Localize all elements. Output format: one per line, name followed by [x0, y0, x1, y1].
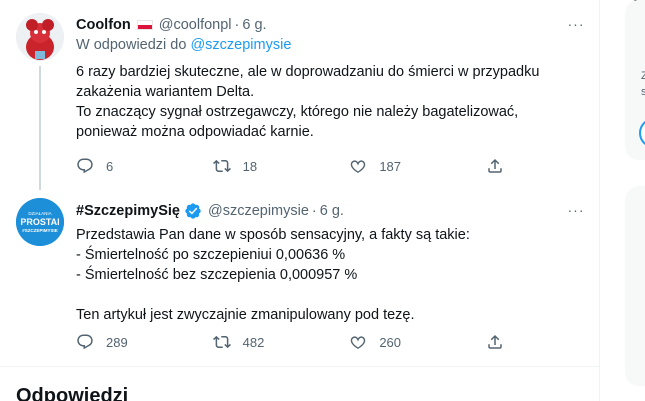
more-options-button[interactable]: ···: [564, 14, 588, 34]
reply-button[interactable]: 289: [76, 332, 176, 352]
tweet-text-line: To znaczący sygnał ostrzegawczy, którego…: [76, 104, 519, 120]
retweet-icon: [212, 335, 231, 349]
like-button[interactable]: 260: [349, 332, 449, 352]
share-icon: [488, 334, 502, 349]
tweet-header: #SzczepimySię @szczepimysie · 6 g.: [76, 202, 588, 220]
reply-icon: [77, 158, 93, 174]
timeline-column: Coolfon @coolfonpl · 6 g. ··· W odpowied…: [0, 0, 600, 401]
sidebar-card: [625, 186, 645, 386]
reply-count: 289: [106, 334, 128, 350]
tweet-actions: 6 18 187: [76, 156, 506, 176]
tweet-text: 6 razy bardziej skuteczne, ale w doprowa…: [76, 62, 588, 142]
avatar-text: #SZCZEPIMYSIE: [22, 228, 58, 233]
reply-count: 6: [106, 158, 114, 174]
tweet-header: Coolfon @coolfonpl · 6 g.: [76, 16, 588, 34]
retweet-button[interactable]: 18: [212, 156, 313, 176]
reply-button[interactable]: 6: [76, 156, 176, 176]
tweet-text-line: 6 razy bardziej skuteczne, ale w doprowa…: [76, 64, 540, 80]
share-button[interactable]: [486, 332, 506, 352]
user-handle[interactable]: @coolfonpl: [159, 16, 232, 34]
more-icon: ···: [567, 202, 585, 218]
timestamp[interactable]: 6 g.: [242, 16, 266, 34]
tweet-text-line: Ten artykuł jest zwyczajnie zmanipulowan…: [76, 307, 415, 323]
retweet-count: 18: [242, 158, 258, 174]
share-icon: [488, 158, 502, 173]
verified-icon: [184, 202, 202, 220]
tweet-content: #SzczepimySię @szczepimysie · 6 g. ··· P…: [76, 202, 588, 325]
replying-prefix: W odpowiedzi do: [76, 37, 187, 53]
like-icon: [351, 336, 366, 349]
tweet-content: Coolfon @coolfonpl · 6 g. ··· W odpowied…: [76, 16, 588, 142]
more-icon: ···: [567, 16, 585, 32]
display-name[interactable]: Coolfon: [76, 16, 131, 34]
tweet-text-line: zakażenia wariantem Delta.: [76, 84, 255, 100]
thread-line: [39, 66, 41, 190]
right-sidebar: Z s: [601, 0, 645, 401]
display-name[interactable]: #SzczepimySię: [76, 202, 180, 220]
replying-to-link[interactable]: @szczepimysie: [190, 37, 291, 53]
more-options-button[interactable]: ···: [564, 200, 588, 220]
retweet-button[interactable]: 482: [212, 332, 313, 352]
replies-section-title: Odpowiedzi: [16, 385, 129, 401]
avatar-text: DZIAŁANIA: [28, 211, 51, 216]
separator-dot: ·: [234, 17, 240, 33]
tweet-text: Przedstawia Pan dane w sposób sensacyjny…: [76, 225, 588, 325]
polish-flag-icon: [136, 20, 153, 30]
tweet-text-line: ponieważ można odpowiadać karnie.: [76, 124, 314, 140]
user-handle[interactable]: @szczepimysie: [208, 202, 309, 220]
share-button[interactable]: [486, 156, 506, 176]
like-count: 187: [379, 158, 402, 174]
avatar-text: PROSTAI: [20, 217, 59, 227]
avatar[interactable]: [16, 13, 64, 61]
timestamp[interactable]: 6 g.: [320, 202, 344, 220]
tweet[interactable]: DZIAŁANIA PROSTAI #SZCZEPIMYSIE #Szczepi…: [0, 184, 600, 367]
like-icon: [351, 160, 366, 173]
avatar[interactable]: DZIAŁANIA PROSTAI #SZCZEPIMYSIE: [16, 198, 64, 246]
tweet-text-line: - Śmiertelność bez szczepienia 0,000957 …: [76, 267, 358, 283]
replying-to: W odpowiedzi do @szczepimysie: [76, 36, 588, 54]
avatar-image: DZIAŁANIA PROSTAI #SZCZEPIMYSIE: [16, 198, 64, 246]
sidebar-text: Z: [641, 70, 645, 82]
tweet-text-line: Przedstawia Pan dane w sposób sensacyjny…: [76, 227, 470, 243]
like-button[interactable]: 187: [349, 156, 449, 176]
avatar-image: [16, 13, 64, 61]
retweet-count: 482: [242, 334, 265, 350]
sidebar-text: s: [641, 86, 645, 98]
tweet[interactable]: Coolfon @coolfonpl · 6 g. ··· W odpowied…: [0, 0, 600, 190]
separator-dot: ·: [311, 203, 317, 219]
like-count: 260: [379, 334, 402, 350]
tweet-text-line: - Śmiertelność po szczepieniui 0,00636 %: [76, 247, 346, 263]
tweet-actions: 289 482 260: [76, 332, 506, 352]
retweet-icon: [212, 159, 231, 173]
reply-icon: [77, 334, 93, 350]
